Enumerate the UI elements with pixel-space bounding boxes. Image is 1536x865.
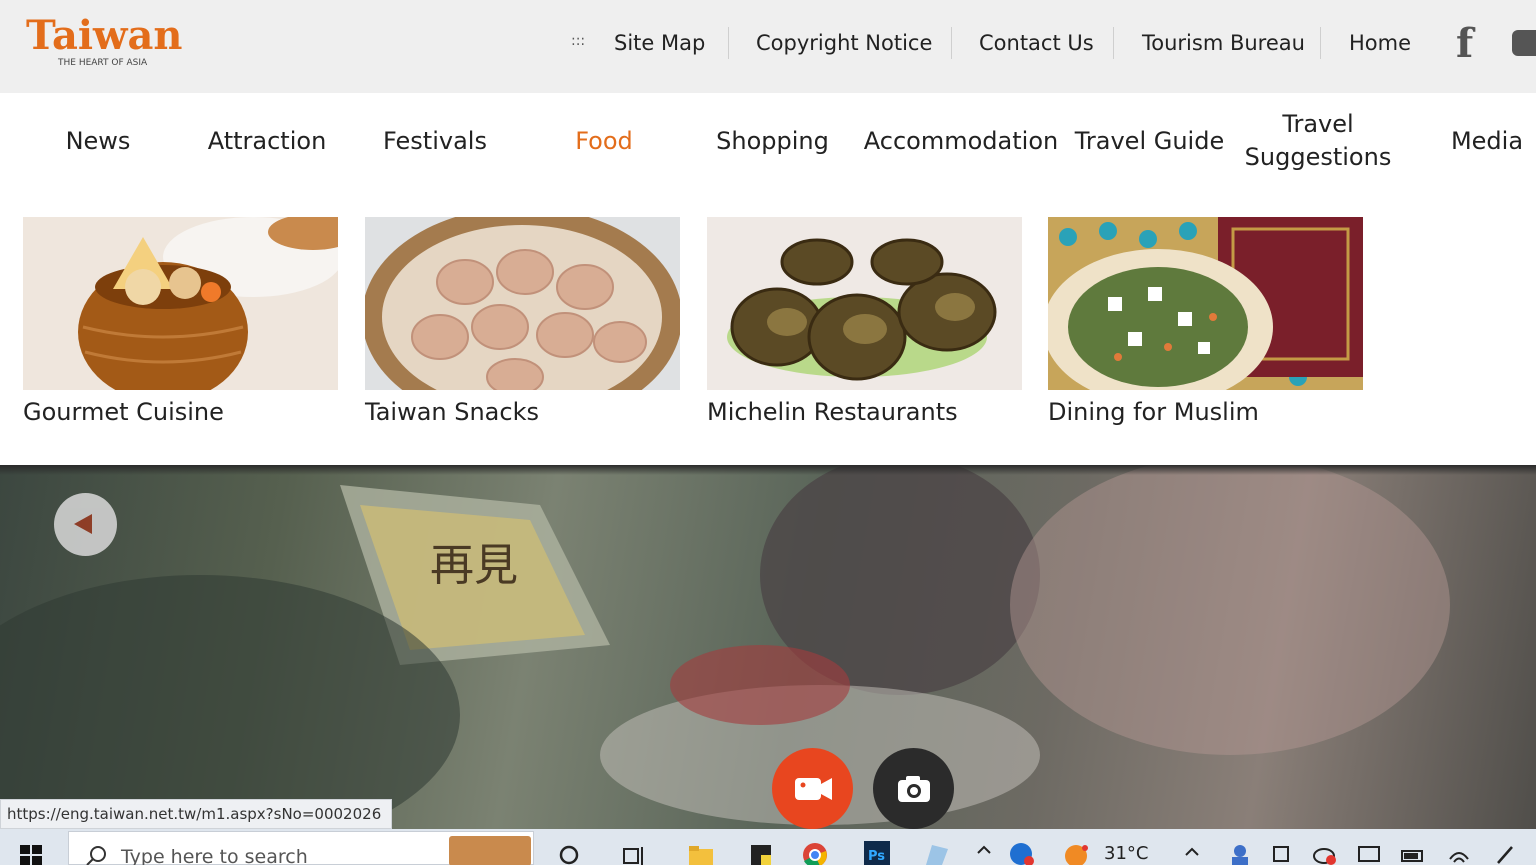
soup-dumplings-photo: [365, 217, 680, 390]
record-video-button[interactable]: [772, 748, 853, 829]
take-photo-button[interactable]: [873, 748, 954, 829]
wifi-icon[interactable]: [1446, 839, 1472, 865]
home-link[interactable]: Home: [1349, 25, 1411, 61]
abalone-dish-photo: [707, 217, 1022, 390]
task-view-icon[interactable]: [622, 839, 648, 865]
food-card-title: Taiwan Snacks: [365, 398, 539, 426]
nav-travel-guide[interactable]: Travel Guide: [1072, 93, 1227, 189]
video-camera-icon: [795, 778, 832, 800]
sticky-notes-icon[interactable]: [748, 839, 774, 865]
copyright-notice-link[interactable]: Copyright Notice: [756, 25, 932, 61]
camera-icon: [898, 776, 930, 802]
menu-dots-icon: :::: [571, 33, 586, 49]
divider: [1320, 27, 1321, 59]
divider: [728, 27, 729, 59]
search-highlight-icon: [449, 836, 531, 865]
food-card-title: Gourmet Cuisine: [23, 398, 224, 426]
food-card-michelin-restaurants[interactable]: Michelin Restaurants: [707, 217, 1022, 426]
cortana-icon[interactable]: [556, 839, 582, 865]
chevron-up-icon[interactable]: [972, 839, 998, 865]
file-explorer-icon[interactable]: [688, 839, 714, 865]
svg-text:Ps: Ps: [868, 849, 885, 864]
hero-shadow: [0, 465, 1536, 475]
taskbar: Type here to search Ps 31°C: [0, 829, 1536, 865]
nav-accommodation[interactable]: Accommodation: [860, 93, 1062, 189]
browser-page: Taiwan THE HEART OF ASIA ::: Site Map Co…: [0, 0, 1536, 865]
help-icon[interactable]: [1008, 839, 1034, 865]
salad-plate-photo: [1048, 217, 1363, 390]
logo-tagline: THE HEART OF ASIA: [58, 58, 148, 68]
nav-travel-suggestions[interactable]: Travel Suggestions: [1238, 93, 1398, 189]
hero-video[interactable]: 再見: [0, 465, 1536, 829]
notepad-icon[interactable]: [922, 839, 948, 865]
search-icon: [86, 846, 106, 865]
taiwan-logo[interactable]: Taiwan THE HEART OF ASIA: [26, 12, 183, 69]
utility-bar: Taiwan THE HEART OF ASIA ::: Site Map Co…: [0, 0, 1536, 93]
cloud-error-icon[interactable]: [1312, 839, 1338, 865]
chevron-up-icon[interactable]: [1180, 839, 1206, 865]
taskbar-search-box[interactable]: Type here to search: [68, 831, 534, 865]
nav-attraction[interactable]: Attraction: [194, 93, 340, 189]
nav-media[interactable]: Media: [1440, 93, 1534, 189]
food-card-title: Michelin Restaurants: [707, 398, 958, 426]
meet-now-icon[interactable]: [1270, 839, 1296, 865]
clay-pot-soup-photo: [23, 217, 338, 390]
previous-slide-button[interactable]: [54, 493, 117, 556]
nav-shopping[interactable]: Shopping: [700, 93, 845, 189]
youtube-icon[interactable]: [1512, 30, 1536, 56]
display-icon[interactable]: [1356, 839, 1382, 865]
tourism-bureau-link[interactable]: Tourism Bureau: [1142, 25, 1305, 61]
contact-us-link[interactable]: Contact Us: [979, 25, 1094, 61]
status-bar-url: https://eng.taiwan.net.tw/m1.aspx?sNo=00…: [0, 799, 393, 829]
windows-start-icon[interactable]: [20, 845, 44, 865]
food-card-taiwan-snacks[interactable]: Taiwan Snacks: [365, 217, 680, 426]
hero-sign-text: 再見: [430, 540, 518, 591]
battery-icon[interactable]: [1400, 839, 1426, 865]
nav-food[interactable]: Food: [554, 93, 654, 189]
nav-festivals[interactable]: Festivals: [372, 93, 498, 189]
site-map-link[interactable]: Site Map: [614, 25, 705, 61]
hero-scene-image: 再見: [0, 465, 1450, 829]
search-placeholder: Type here to search: [121, 846, 308, 865]
food-card-gourmet-cuisine[interactable]: Gourmet Cuisine: [23, 217, 338, 426]
nav-news[interactable]: News: [44, 93, 152, 189]
weather-temperature[interactable]: 31°C: [1104, 843, 1148, 864]
facebook-icon[interactable]: f: [1456, 20, 1473, 67]
pen-icon[interactable]: [1492, 839, 1518, 865]
photoshop-icon[interactable]: Ps: [864, 839, 890, 865]
divider: [1113, 27, 1114, 59]
main-nav: News Attraction Festivals Food Shopping …: [0, 93, 1536, 189]
logo-wordmark: Taiwan: [26, 12, 183, 59]
divider: [951, 27, 952, 59]
people-icon[interactable]: [1226, 839, 1252, 865]
chrome-icon[interactable]: [802, 839, 828, 865]
food-card-title: Dining for Muslim: [1048, 398, 1259, 426]
weather-sun-icon[interactable]: [1062, 839, 1088, 865]
food-dropdown-menu: Gourmet Cuisine Taiwan Snacks Michelin R…: [0, 189, 1536, 465]
food-card-dining-for-muslim[interactable]: Dining for Muslim: [1048, 217, 1363, 426]
